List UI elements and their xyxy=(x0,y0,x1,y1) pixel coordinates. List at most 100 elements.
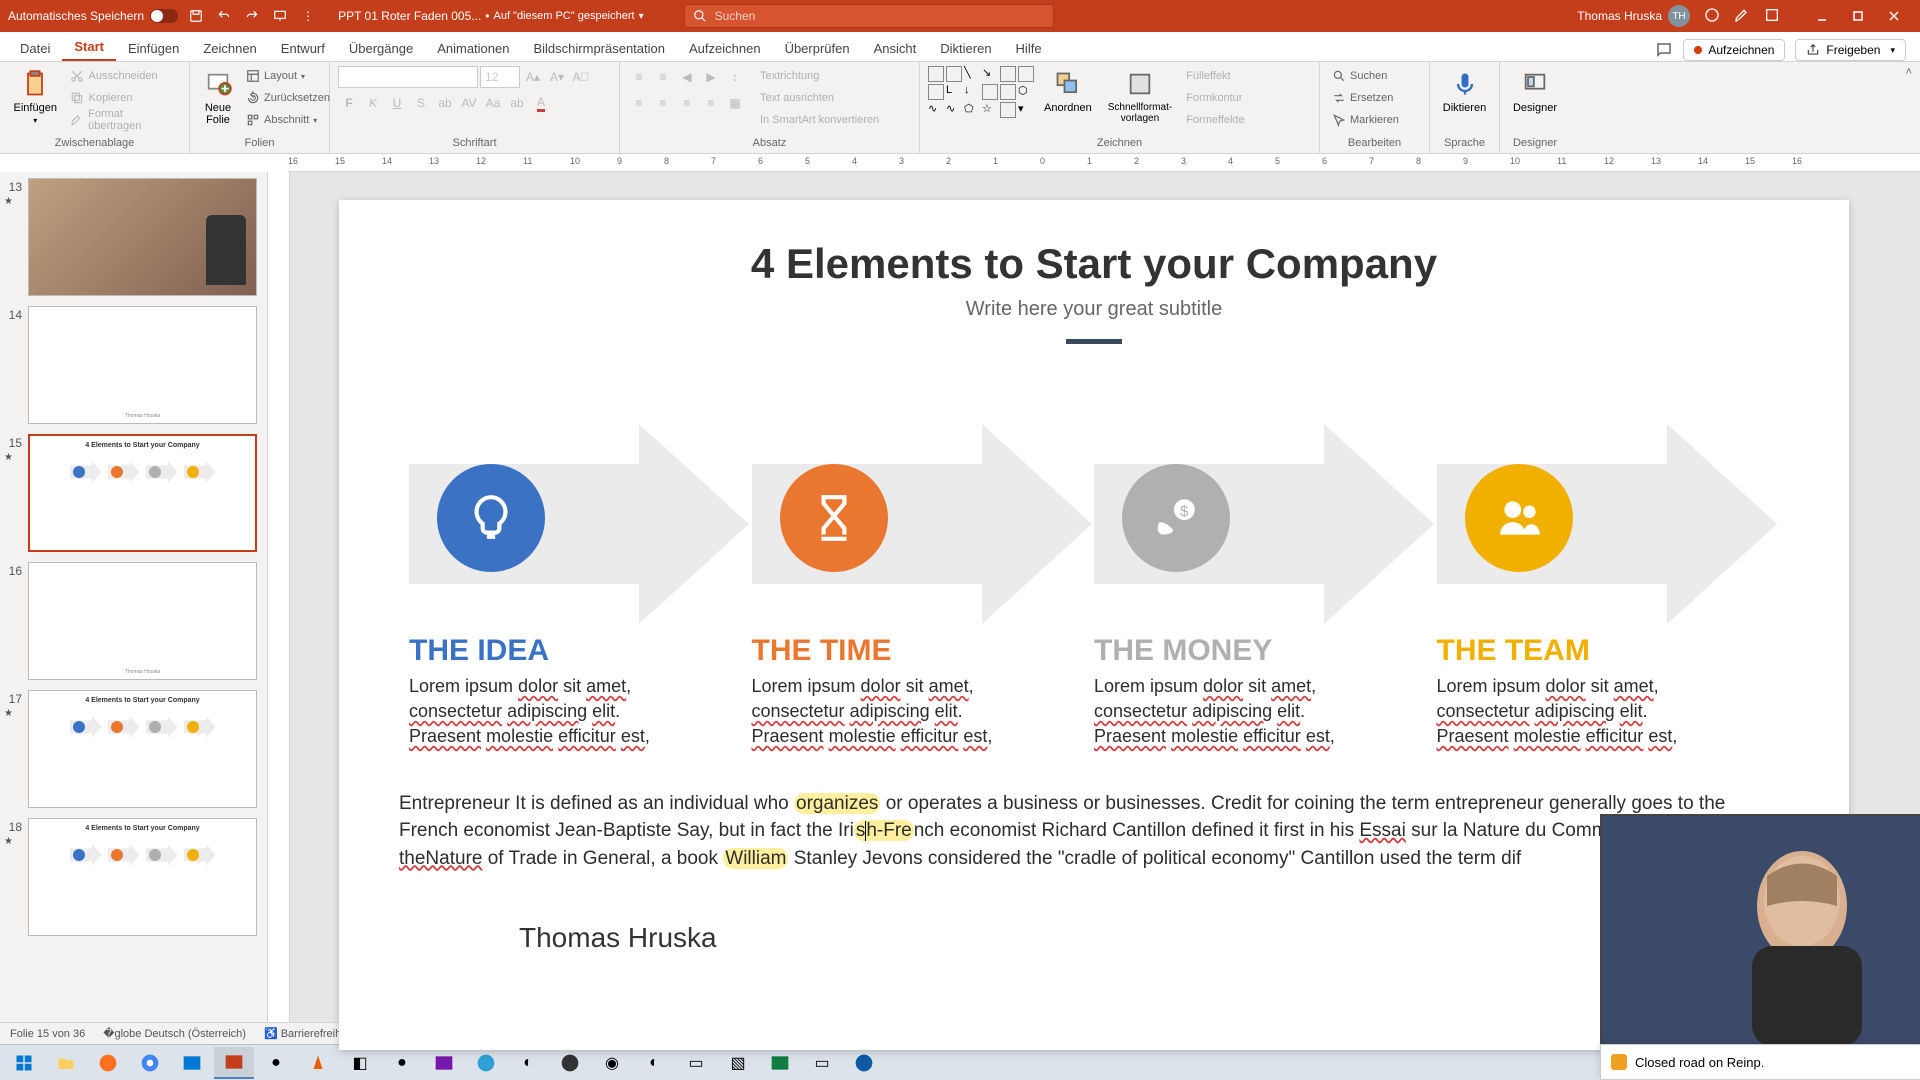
start-show-icon[interactable] xyxy=(270,6,290,26)
step-title[interactable]: THE MONEY xyxy=(1094,634,1437,668)
section-button[interactable]: Abschnitt▾ xyxy=(242,110,334,130)
step-text[interactable]: Lorem ipsum dolor sit amet, consectetur … xyxy=(1094,674,1374,750)
quick-styles-button[interactable]: Schnellformat- vorlagen xyxy=(1102,66,1178,126)
reset-button[interactable]: Zurücksetzen xyxy=(242,88,334,108)
redo-icon[interactable] xyxy=(242,6,262,26)
tab-zeichnen[interactable]: Zeichnen xyxy=(191,35,268,61)
dictate-button[interactable]: Diktieren xyxy=(1438,66,1491,116)
smartart-button[interactable]: In SmartArt konvertieren xyxy=(756,110,883,130)
justify-button[interactable]: ≡ xyxy=(700,92,722,114)
autosave-toggle[interactable]: Automatisches Speichern xyxy=(8,9,178,23)
increase-font-icon[interactable]: A▴ xyxy=(522,66,544,88)
horizontal-ruler[interactable]: 1615141312111098765432101234567891011121… xyxy=(288,154,1920,172)
tab-entwurf[interactable]: Entwurf xyxy=(269,35,337,61)
slide-title[interactable]: 4 Elements to Start your Company xyxy=(399,240,1789,288)
numbering-button[interactable]: ≡ xyxy=(652,66,674,88)
notification-toast[interactable]: Closed road on Reinp. xyxy=(1600,1044,1920,1080)
shape-fill-button[interactable]: Fülleffekt xyxy=(1182,66,1249,86)
app-icon-8[interactable]: ▧ xyxy=(718,1047,758,1079)
shape-outline-button[interactable]: Formkontur xyxy=(1182,88,1249,108)
app-icon[interactable]: ● xyxy=(256,1047,296,1079)
sync-icon[interactable] xyxy=(1704,7,1720,26)
spacing-button[interactable]: AV xyxy=(458,92,480,114)
step-text[interactable]: Lorem ipsum dolor sit amet, consectetur … xyxy=(409,674,689,750)
explorer-icon[interactable] xyxy=(46,1047,86,1079)
bold-button[interactable]: F xyxy=(338,92,360,114)
process-step[interactable]: THE TIMELorem ipsum dolor sit amet, cons… xyxy=(752,424,1095,750)
tab-aufzeichnen[interactable]: Aufzeichnen xyxy=(677,35,773,61)
decrease-font-icon[interactable]: A▾ xyxy=(546,66,568,88)
slide-subtitle[interactable]: Write here your great subtitle xyxy=(399,298,1789,321)
record-button[interactable]: Aufzeichnen xyxy=(1683,39,1785,61)
tab-ansicht[interactable]: Ansicht xyxy=(862,35,929,61)
strike-button[interactable]: S xyxy=(410,92,432,114)
thumbnail-row[interactable]: 14Thomas Hruska xyxy=(4,306,257,424)
highlight-button[interactable]: ab xyxy=(506,92,528,114)
font-name-input[interactable] xyxy=(338,66,478,88)
chrome-icon[interactable] xyxy=(130,1047,170,1079)
close-icon[interactable] xyxy=(1876,4,1912,28)
save-icon[interactable] xyxy=(186,6,206,26)
telegram-icon[interactable] xyxy=(466,1047,506,1079)
tab-uebergaenge[interactable]: Übergänge xyxy=(337,35,425,61)
align-center-button[interactable]: ≡ xyxy=(652,92,674,114)
collapse-ribbon-icon[interactable]: ˄ xyxy=(1898,62,1920,153)
tab-animationen[interactable]: Animationen xyxy=(425,35,521,61)
select-button[interactable]: Markieren xyxy=(1328,110,1421,130)
search-input[interactable]: Suchen xyxy=(684,4,1054,28)
slide-thumbnail[interactable]: 4 Elements to Start your Company xyxy=(28,690,257,808)
clear-format-icon[interactable]: A⃠ xyxy=(570,66,592,88)
tab-einfuegen[interactable]: Einfügen xyxy=(116,35,191,61)
indent-inc-button[interactable]: ▶ xyxy=(700,66,722,88)
language-status[interactable]: �globe Deutsch (Österreich) xyxy=(103,1027,246,1040)
align-text-button[interactable]: Text ausrichten xyxy=(756,88,883,108)
app-icon-7[interactable]: ▭ xyxy=(676,1047,716,1079)
text-direction-button[interactable]: Textrichtung xyxy=(756,66,883,86)
copy-button[interactable]: Kopieren xyxy=(66,88,181,108)
outlook-icon[interactable] xyxy=(172,1047,212,1079)
layout-button[interactable]: Layout▾ xyxy=(242,66,334,86)
thumbnail-row[interactable]: 17★4 Elements to Start your Company xyxy=(4,690,257,808)
vlc-icon[interactable] xyxy=(298,1047,338,1079)
app-icon-6[interactable]: ◐ xyxy=(634,1047,674,1079)
tab-start[interactable]: Start xyxy=(62,33,116,61)
thumbnail-row[interactable]: 16Thomas Hruska xyxy=(4,562,257,680)
user-account[interactable]: Thomas Hruska TH xyxy=(1577,5,1690,27)
minimize-icon[interactable] xyxy=(1804,4,1840,28)
paste-button[interactable]: Einfügen ▾ xyxy=(8,66,62,127)
toggle-switch[interactable] xyxy=(150,9,178,23)
format-painter-button[interactable]: Format übertragen xyxy=(66,110,181,130)
step-title[interactable]: THE TEAM xyxy=(1437,634,1780,668)
font-size-input[interactable]: 12 xyxy=(480,66,520,88)
edge-icon[interactable] xyxy=(844,1047,884,1079)
underline-button[interactable]: U xyxy=(386,92,408,114)
onenote-icon[interactable] xyxy=(424,1047,464,1079)
start-button[interactable] xyxy=(4,1047,44,1079)
case-button[interactable]: Aa xyxy=(482,92,504,114)
font-color-button[interactable]: A xyxy=(530,92,552,114)
process-step[interactable]: THE TEAMLorem ipsum dolor sit amet, cons… xyxy=(1437,424,1780,750)
powerpoint-icon[interactable] xyxy=(214,1047,254,1079)
ribbon-display-icon[interactable] xyxy=(1764,7,1780,26)
app-icon-3[interactable]: ● xyxy=(382,1047,422,1079)
more-icon[interactable]: ⋮ xyxy=(298,6,318,26)
obs-icon[interactable] xyxy=(550,1047,590,1079)
tab-hilfe[interactable]: Hilfe xyxy=(1004,35,1054,61)
slide-thumbnail[interactable]: Thomas Hruska xyxy=(28,562,257,680)
app-icon-9[interactable]: ▭ xyxy=(802,1047,842,1079)
process-step[interactable]: $THE MONEYLorem ipsum dolor sit amet, co… xyxy=(1094,424,1437,750)
slide-counter[interactable]: Folie 15 von 36 xyxy=(10,1028,85,1040)
draw-icon[interactable] xyxy=(1734,7,1750,26)
find-button[interactable]: Suchen xyxy=(1328,66,1421,86)
arrange-button[interactable]: Anordnen xyxy=(1038,66,1098,116)
maximize-icon[interactable] xyxy=(1840,4,1876,28)
thumbnail-row[interactable]: 15★4 Elements to Start your Company xyxy=(4,434,257,552)
tab-diktieren[interactable]: Diktieren xyxy=(928,35,1003,61)
slide-thumbnail[interactable]: 4 Elements to Start your Company xyxy=(28,434,257,552)
step-title[interactable]: THE IDEA xyxy=(409,634,752,668)
indent-dec-button[interactable]: ◀ xyxy=(676,66,698,88)
align-left-button[interactable]: ≡ xyxy=(628,92,650,114)
app-icon-2[interactable]: ◧ xyxy=(340,1047,380,1079)
tab-ueberpruefen[interactable]: Überprüfen xyxy=(773,35,862,61)
tab-praesentation[interactable]: Bildschirmpräsentation xyxy=(521,35,677,61)
